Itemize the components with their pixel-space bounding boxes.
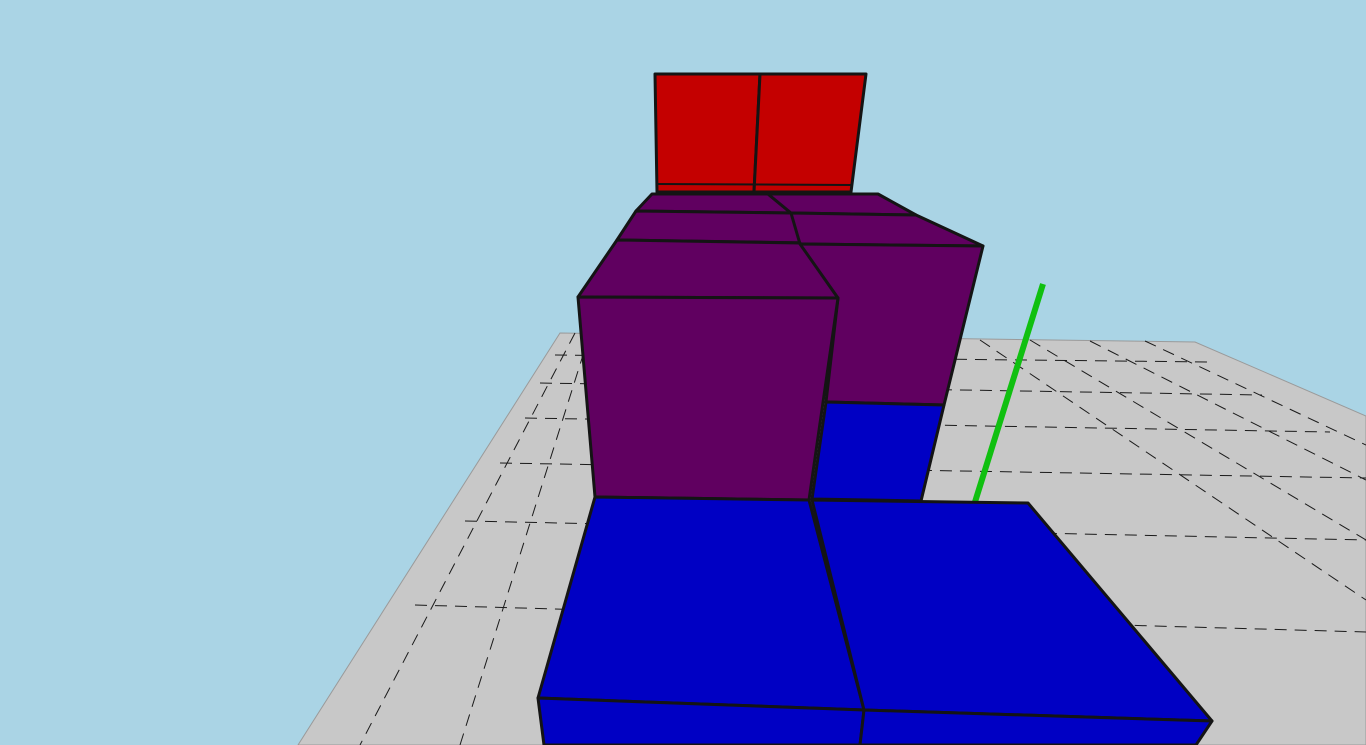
red-block-group[interactable] xyxy=(653,72,868,194)
purple-block-top-front[interactable] xyxy=(576,238,840,300)
purple-block-front-face[interactable] xyxy=(576,295,840,502)
purple-block-top-mid-left[interactable] xyxy=(615,209,815,245)
3d-viewport[interactable] xyxy=(0,0,1366,745)
blue-block-side-upper[interactable] xyxy=(810,400,946,503)
red-block-front-right[interactable] xyxy=(752,72,868,194)
red-block-front-left[interactable] xyxy=(653,72,762,194)
scene-canvas[interactable] xyxy=(0,0,1366,745)
blue-block-top-left[interactable] xyxy=(536,495,866,712)
red-block-ledge xyxy=(656,183,852,186)
